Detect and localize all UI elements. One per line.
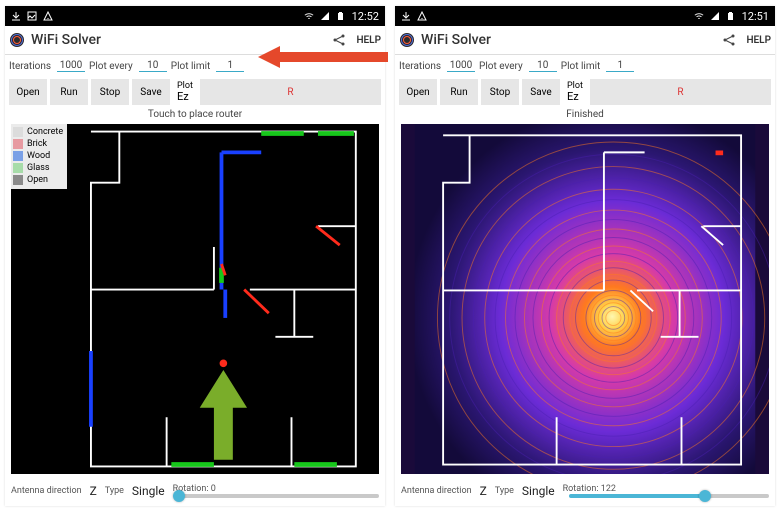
legend-wood: Wood xyxy=(27,151,50,161)
type-label: Type xyxy=(105,487,124,496)
signal-icon xyxy=(320,11,330,21)
warning-icon xyxy=(43,11,53,21)
rotation-label: Rotation: 122 xyxy=(563,484,769,494)
save-button[interactable]: Save xyxy=(132,79,170,105)
antenna-label: Antenna direction xyxy=(401,487,472,496)
page-title: WiFi Solver xyxy=(31,32,101,48)
plot-value: Ez xyxy=(567,90,583,103)
plot-every-label: Plot every xyxy=(89,61,133,72)
swatch-wood xyxy=(13,151,23,161)
bottom-controls: Antenna direction Z Type Single Rotation… xyxy=(5,476,385,506)
status-time: 12:52 xyxy=(352,10,379,23)
open-button[interactable]: Open xyxy=(399,79,437,105)
plot-limit-input[interactable]: 1 xyxy=(216,60,244,72)
download-icon xyxy=(401,11,411,21)
plot-every-input[interactable]: 10 xyxy=(139,60,167,72)
simulation-canvas[interactable] xyxy=(401,124,769,474)
legend-open: Open xyxy=(27,175,48,185)
bottom-controls: Antenna direction Z Type Single Rotation… xyxy=(395,476,775,506)
swatch-open xyxy=(13,175,23,185)
rotation-slider[interactable] xyxy=(569,494,769,498)
battery-icon xyxy=(336,11,346,21)
app-bar: WiFi Solver HELP xyxy=(395,26,775,55)
save-button[interactable]: Save xyxy=(522,79,560,105)
battery-icon xyxy=(726,11,736,21)
r-button[interactable]: R xyxy=(200,79,381,105)
wifi-icon xyxy=(304,11,314,21)
plot-select[interactable]: Plot Ez xyxy=(173,79,197,105)
plot-every-input[interactable]: 10 xyxy=(529,60,557,72)
plot-limit-label: Plot limit xyxy=(171,61,211,72)
antenna-value[interactable]: Z xyxy=(90,484,97,498)
share-icon[interactable] xyxy=(332,33,346,47)
page-title: WiFi Solver xyxy=(421,32,491,48)
swatch-brick xyxy=(13,139,23,149)
r-button[interactable]: R xyxy=(590,79,771,105)
params-row: Iterations 1000 Plot every 10 Plot limit… xyxy=(5,55,385,77)
iterations-input[interactable]: 1000 xyxy=(447,60,475,72)
button-row: Open Run Stop Save Plot Ez R xyxy=(395,77,775,107)
legend-concrete: Concrete xyxy=(27,127,63,137)
warning-icon xyxy=(417,11,427,21)
iterations-label: Iterations xyxy=(9,61,51,72)
app-logo-icon xyxy=(9,32,25,48)
open-button[interactable]: Open xyxy=(9,79,47,105)
antenna-value[interactable]: Z xyxy=(480,484,487,498)
wifi-icon xyxy=(694,11,704,21)
rotation-slider[interactable] xyxy=(179,494,379,498)
plot-value: Ez xyxy=(177,90,193,103)
iterations-label: Iterations xyxy=(399,61,441,72)
button-row: Open Run Stop Save Plot Ez R xyxy=(5,77,385,107)
plot-select[interactable]: Plot Ez xyxy=(563,79,587,105)
up-arrow-icon xyxy=(200,370,247,460)
status-time: 12:51 xyxy=(742,10,769,23)
run-button[interactable]: Run xyxy=(440,79,478,105)
app-bar: WiFi Solver HELP xyxy=(5,26,385,55)
help-button[interactable]: HELP xyxy=(356,35,381,46)
type-value[interactable]: Single xyxy=(522,484,555,498)
picture-icon xyxy=(27,11,37,21)
antenna-label: Antenna direction xyxy=(11,487,82,496)
share-icon[interactable] xyxy=(722,33,736,47)
materials-legend: Concrete Brick Wood Glass Open xyxy=(11,124,67,189)
rotation-label: Rotation: 0 xyxy=(173,484,379,494)
floorplan-canvas[interactable]: Concrete Brick Wood Glass Open xyxy=(11,124,379,474)
stop-button[interactable]: Stop xyxy=(91,79,129,105)
hint-text: Finished xyxy=(395,107,775,122)
plot-every-label: Plot every xyxy=(479,61,523,72)
app-logo-icon xyxy=(399,32,415,48)
stop-button[interactable]: Stop xyxy=(481,79,519,105)
run-button[interactable]: Run xyxy=(50,79,88,105)
legend-brick: Brick xyxy=(27,139,47,149)
swatch-concrete xyxy=(13,127,23,137)
status-bar: 12:51 xyxy=(395,6,775,26)
hint-text: Touch to place router xyxy=(5,107,385,122)
type-label: Type xyxy=(495,487,514,496)
status-bar: 12:52 xyxy=(5,6,385,26)
swatch-glass xyxy=(13,163,23,173)
help-button[interactable]: HELP xyxy=(746,35,771,46)
download-icon xyxy=(11,11,21,21)
plot-limit-label: Plot limit xyxy=(561,61,601,72)
legend-glass: Glass xyxy=(27,163,50,173)
signal-icon xyxy=(710,11,720,21)
plot-limit-input[interactable]: 1 xyxy=(606,60,634,72)
iterations-input[interactable]: 1000 xyxy=(57,60,85,72)
params-row: Iterations 1000 Plot every 10 Plot limit… xyxy=(395,55,775,77)
type-value[interactable]: Single xyxy=(132,484,165,498)
